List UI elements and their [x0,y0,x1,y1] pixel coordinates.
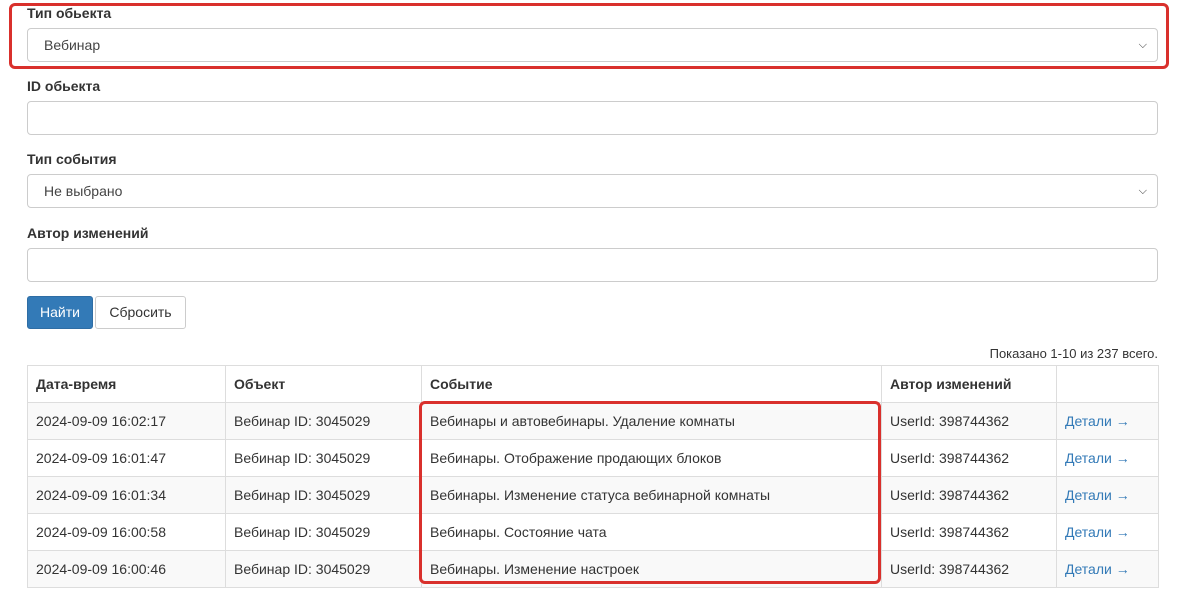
cell-author: UserId: 398744362 [881,476,1057,514]
object-type-select[interactable]: Вебинар ⌵ [27,28,1158,62]
cell-actions: Детали → [1056,402,1159,440]
cell-author: UserId: 398744362 [881,439,1057,477]
cell-object: Вебинар ID: 3045029 [225,439,422,477]
cell-event: Вебинары. Изменение настроек [421,550,882,588]
table-row: 2024-09-09 16:01:34 Вебинар ID: 3045029 … [27,476,1159,514]
object-id-input[interactable] [27,101,1158,135]
details-link[interactable]: Детали → [1065,487,1130,503]
details-link[interactable]: Детали → [1065,561,1130,577]
cell-object: Вебинар ID: 3045029 [225,476,422,514]
cell-event: Вебинары. Изменение статуса вебинарной к… [421,476,882,514]
object-type-label: Тип обьекта [27,5,112,21]
details-link[interactable]: Детали → [1065,524,1130,540]
table-row: 2024-09-09 16:00:46 Вебинар ID: 3045029 … [27,550,1159,588]
results-summary: Показано 1-10 из 237 всего. [989,346,1158,361]
object-id-label: ID обьекта [27,78,101,94]
header-event: Событие [421,365,882,403]
table-row: 2024-09-09 16:00:58 Вебинар ID: 3045029 … [27,513,1159,551]
search-button[interactable]: Найти [27,296,93,329]
author-label: Автор изменений [27,225,149,241]
cell-author: UserId: 398744362 [881,402,1057,440]
cell-event: Вебинары. Состояние чата [421,513,882,551]
cell-datetime: 2024-09-09 16:00:46 [27,550,226,588]
header-actions [1056,365,1159,403]
cell-object: Вебинар ID: 3045029 [225,402,422,440]
cell-event: Вебинары. Отображение продающих блоков [421,439,882,477]
audit-log-table: Дата-время Объект Событие Автор изменени… [27,365,1159,588]
cell-author: UserId: 398744362 [881,550,1057,588]
cell-datetime: 2024-09-09 16:01:34 [27,476,226,514]
cell-event: Вебинары и автовебинары. Удаление комнат… [421,402,882,440]
header-author: Автор изменений [881,365,1057,403]
event-type-select[interactable]: Не выбрано ⌵ [27,174,1158,208]
header-datetime: Дата-время [27,365,226,403]
object-type-value: Вебинар [44,37,101,53]
chevron-down-icon: ⌵ [1138,185,1147,197]
cell-object: Вебинар ID: 3045029 [225,550,422,588]
cell-actions: Детали → [1056,439,1159,477]
table-row: 2024-09-09 16:01:47 Вебинар ID: 3045029 … [27,439,1159,477]
cell-actions: Детали → [1056,550,1159,588]
cell-object: Вебинар ID: 3045029 [225,513,422,551]
details-link[interactable]: Детали → [1065,450,1130,466]
cell-author: UserId: 398744362 [881,513,1057,551]
cell-actions: Детали → [1056,476,1159,514]
author-input[interactable] [27,248,1158,282]
chevron-down-icon: ⌵ [1138,39,1147,51]
event-type-value: Не выбрано [44,183,123,199]
cell-datetime: 2024-09-09 16:02:17 [27,402,226,440]
table-header-row: Дата-время Объект Событие Автор изменени… [27,365,1159,403]
reset-button[interactable]: Сбросить [95,296,186,329]
cell-actions: Детали → [1056,513,1159,551]
cell-datetime: 2024-09-09 16:00:58 [27,513,226,551]
details-link[interactable]: Детали → [1065,413,1130,429]
header-object: Объект [225,365,422,403]
table-row: 2024-09-09 16:02:17 Вебинар ID: 3045029 … [27,402,1159,440]
event-type-label: Тип события [27,151,117,167]
cell-datetime: 2024-09-09 16:01:47 [27,439,226,477]
